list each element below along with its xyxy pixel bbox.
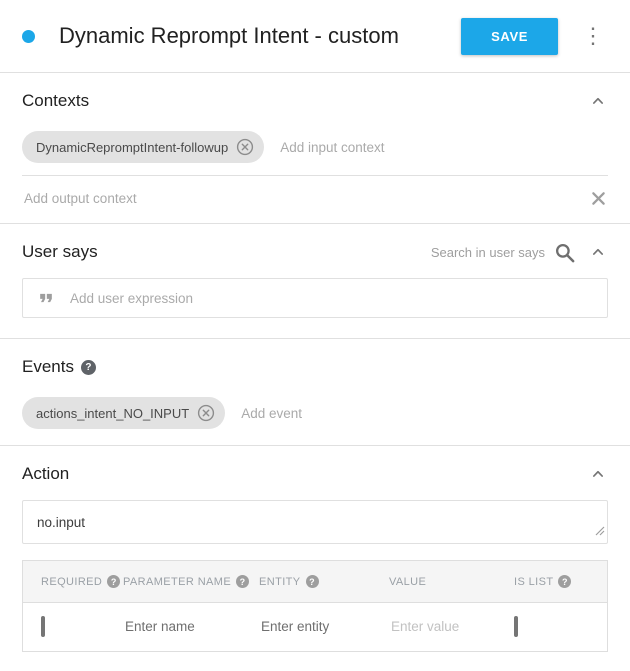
collapse-contexts-icon[interactable]	[588, 91, 608, 111]
required-checkbox[interactable]	[41, 616, 45, 637]
save-button[interactable]: SAVE	[461, 18, 558, 55]
value-field[interactable]	[389, 618, 502, 635]
clear-output-contexts-icon[interactable]	[589, 189, 608, 208]
add-event-field[interactable]	[239, 405, 608, 422]
user-says-title: User says	[22, 242, 98, 262]
col-required: REQUIRED ?	[41, 575, 123, 588]
page-title: Dynamic Reprompt Intent - custom	[59, 23, 399, 49]
action-value-box	[22, 500, 608, 544]
section-divider	[0, 223, 630, 224]
action-section: Action	[0, 462, 630, 544]
action-value-field[interactable]	[23, 515, 607, 530]
user-says-section: User says	[0, 240, 630, 318]
event-chip: actions_intent_NO_INPUT	[22, 397, 225, 429]
collapse-user-says-icon[interactable]	[588, 242, 608, 262]
search-user-says-input[interactable]	[419, 244, 547, 261]
resize-grip-icon[interactable]	[595, 523, 605, 541]
remove-input-context-icon[interactable]	[236, 138, 254, 156]
more-options-icon[interactable]: ⋮	[578, 23, 608, 49]
events-row: actions_intent_NO_INPUT	[22, 393, 608, 445]
col-label: ENTITY	[259, 576, 301, 588]
col-parameter-name: PARAMETER NAME ?	[123, 575, 259, 588]
remove-event-icon[interactable]	[197, 404, 215, 422]
output-context-row	[22, 176, 608, 223]
search-icon[interactable]	[553, 241, 576, 264]
contexts-header: Contexts	[22, 89, 608, 113]
entity-help-icon[interactable]: ?	[306, 575, 319, 588]
chip-label: actions_intent_NO_INPUT	[36, 406, 189, 421]
add-user-expression-field[interactable]	[68, 290, 594, 307]
events-section: Events ? actions_intent_NO_INPUT	[0, 355, 630, 445]
is-list-checkbox[interactable]	[514, 616, 518, 637]
entity-field[interactable]	[259, 618, 376, 635]
col-entity: ENTITY ?	[259, 575, 389, 588]
parameters-table: REQUIRED ? PARAMETER NAME ? ENTITY ? VAL…	[22, 560, 608, 652]
chip-label: DynamicRepromptIntent-followup	[36, 140, 228, 155]
header-divider	[0, 72, 630, 73]
quote-icon	[36, 288, 56, 308]
col-label: VALUE	[389, 576, 426, 588]
col-label: IS LIST	[514, 576, 553, 588]
parameters-header-row: REQUIRED ? PARAMETER NAME ? ENTITY ? VAL…	[23, 561, 607, 603]
collapse-action-icon[interactable]	[588, 464, 608, 484]
col-label: REQUIRED	[41, 576, 102, 588]
intent-status-dot	[22, 30, 35, 43]
action-header: Action	[22, 462, 608, 486]
section-divider	[0, 338, 630, 339]
input-contexts-row: DynamicRepromptIntent-followup	[22, 127, 608, 175]
intent-editor: Dynamic Reprompt Intent - custom SAVE ⋮ …	[0, 0, 630, 652]
contexts-section: Contexts DynamicRepromptIntent-followup	[0, 89, 630, 223]
header: Dynamic Reprompt Intent - custom SAVE ⋮	[0, 0, 630, 72]
required-help-icon[interactable]: ?	[107, 575, 120, 588]
events-help-icon[interactable]: ?	[81, 360, 96, 375]
section-divider	[0, 445, 630, 446]
col-value: VALUE	[389, 576, 514, 588]
parameter-name-help-icon[interactable]: ?	[236, 575, 249, 588]
col-label: PARAMETER NAME	[123, 576, 231, 588]
parameter-row	[23, 603, 607, 651]
user-says-header: User says	[22, 240, 608, 264]
add-input-context-field[interactable]	[278, 139, 608, 156]
contexts-title: Contexts	[22, 91, 89, 111]
events-header: Events ?	[22, 355, 608, 379]
user-expression-box	[22, 278, 608, 318]
col-is-list: IS LIST ?	[514, 575, 607, 588]
events-title: Events	[22, 357, 74, 377]
is-list-help-icon[interactable]: ?	[558, 575, 571, 588]
input-context-chip: DynamicRepromptIntent-followup	[22, 131, 264, 163]
add-output-context-field[interactable]	[22, 190, 589, 207]
parameter-name-field[interactable]	[123, 618, 245, 635]
action-title: Action	[22, 464, 69, 484]
